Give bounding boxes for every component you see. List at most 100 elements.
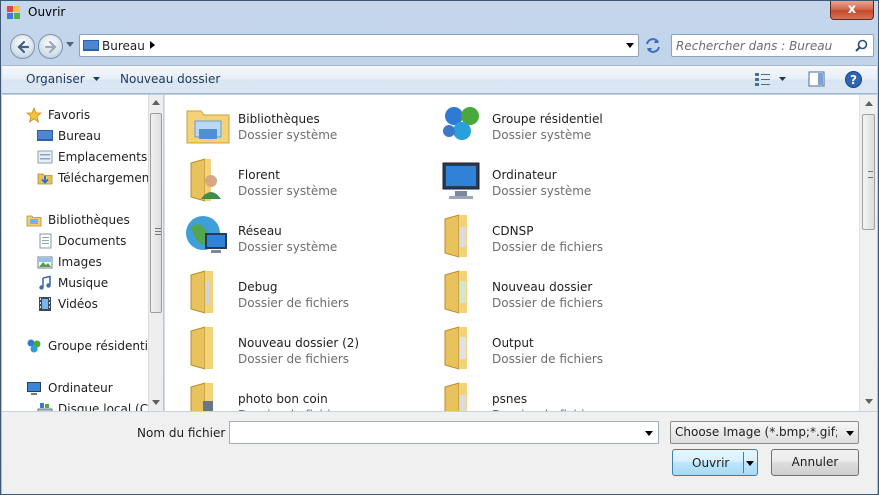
svg-text:?: ? [850, 73, 857, 87]
chevron-down-icon[interactable] [779, 77, 786, 81]
folder-icon [190, 270, 213, 314]
nav-item-favoris[interactable]: Favoris [2, 105, 148, 125]
nav-item-music[interactable]: Musique [2, 273, 148, 293]
nav-item-label: Documents [58, 234, 127, 248]
file-item[interactable]: photo bon coin Dossier de fichiers [165, 375, 415, 411]
new-folder-button[interactable]: Nouveau dossier [120, 72, 220, 86]
folder-icon [444, 382, 467, 411]
file-item[interactable]: Réseau Dossier système [165, 207, 415, 257]
address-bar[interactable]: Bureau [79, 34, 639, 57]
file-item[interactable]: Florent Dossier système [165, 151, 415, 202]
scrollbar-thumb[interactable] [862, 114, 875, 230]
nav-item-homegroup[interactable]: Groupe résidentiel [2, 336, 148, 356]
scroll-down-icon[interactable] [152, 400, 160, 405]
scroll-up-icon[interactable] [152, 100, 160, 105]
file-item[interactable]: Debug Dossier de fichiers [165, 263, 415, 314]
file-type-filter-select[interactable]: Choose Image (*.bmp;*.gif;*.jpg [670, 421, 859, 444]
nav-item-computer[interactable]: Ordinateur [2, 378, 148, 398]
file-item[interactable]: Output Dossier de fichiers [419, 319, 669, 370]
nav-item-videos[interactable]: Vidéos [2, 294, 148, 314]
file-type: Dossier de fichiers [492, 240, 604, 254]
file-item[interactable]: psnes Dossier de fichiers [419, 375, 669, 411]
file-type: Dossier système [492, 128, 592, 142]
nav-item-bureau[interactable]: Bureau [2, 126, 148, 146]
user-folder-icon [190, 158, 221, 202]
organise-menu-button[interactable]: Organiser [26, 72, 101, 86]
view-options-icon[interactable] [754, 71, 772, 87]
folder-icon [190, 326, 213, 370]
nav-item-label: Groupe résidentiel [48, 339, 148, 353]
nav-item-downloads[interactable]: Téléchargements [2, 168, 148, 188]
file-item[interactable]: Nouveau dossier Dossier de fichiers [419, 263, 669, 314]
desktop-icon [83, 40, 99, 51]
nav-item-label: Musique [58, 276, 109, 290]
homegroup-icon [443, 107, 479, 140]
recent-pages-chevron-icon[interactable] [66, 42, 74, 47]
nav-item-recent-places[interactable]: Emplacements ré [2, 147, 148, 167]
title-bar[interactable]: Ouvrir x [1, 1, 878, 25]
forward-button[interactable] [38, 34, 63, 59]
libraries-icon [26, 215, 42, 227]
refresh-icon[interactable] [642, 35, 664, 56]
file-name: Réseau [238, 224, 282, 238]
search-box[interactable] [671, 34, 874, 57]
help-icon[interactable]: ? [845, 71, 862, 88]
file-name: Groupe résidentiel [492, 112, 603, 126]
chevron-down-icon[interactable] [626, 43, 634, 48]
file-item[interactable]: Nouveau dossier (2) Dossier de fichiers [165, 319, 415, 370]
back-button[interactable] [10, 34, 35, 59]
nav-item-images[interactable]: Images [2, 252, 148, 272]
drive-icon [37, 403, 53, 411]
breadcrumb-chevron-icon[interactable] [150, 41, 155, 49]
file-item[interactable]: CDNSP Dossier de fichiers [419, 207, 669, 258]
videos-icon [39, 297, 51, 311]
back-arrow-icon [17, 40, 30, 54]
app-icon [7, 6, 20, 19]
file-name: psnes [492, 392, 528, 406]
nav-item-libraries[interactable]: Bibliothèques [2, 210, 148, 230]
open-button[interactable]: Ouvrir [672, 449, 758, 476]
cancel-button[interactable]: Annuler [771, 449, 859, 476]
chevron-down-icon[interactable] [645, 431, 653, 436]
search-icon[interactable] [855, 39, 868, 52]
organise-label: Organiser [26, 72, 85, 86]
scrollbar-thumb[interactable] [150, 113, 162, 313]
file-type: Dossier système [238, 128, 338, 142]
folder-icon [444, 270, 467, 314]
window-title: Ouvrir [28, 5, 66, 19]
file-item[interactable]: Bibliothèques Dossier système [165, 95, 415, 145]
nav-item-local-disk[interactable]: Disque local (C:) [2, 399, 148, 411]
file-list-scrollbar[interactable] [859, 95, 877, 411]
file-name: Nouveau dossier [492, 280, 593, 294]
file-name: CDNSP [492, 224, 534, 238]
chevron-down-icon [93, 77, 101, 81]
navigation-pane[interactable]: Favoris Bureau Emplacements ré Télécharg… [2, 95, 148, 411]
scroll-down-icon[interactable] [865, 399, 873, 404]
desktop-icon [37, 130, 53, 141]
file-item[interactable]: Groupe résidentiel Dossier système [419, 95, 669, 145]
file-type-filter-value: Choose Image (*.bmp;*.gif;*.jpg [675, 425, 837, 439]
open-button-label: Ouvrir [692, 456, 730, 470]
nav-item-documents[interactable]: Documents [2, 231, 148, 251]
breadcrumb-bureau[interactable]: Bureau [102, 39, 145, 53]
pictures-icon [37, 256, 53, 269]
file-name: Bibliothèques [238, 112, 320, 126]
computer-icon [27, 382, 41, 395]
chevron-down-icon [846, 431, 854, 436]
search-input[interactable] [676, 37, 850, 54]
close-button[interactable]: x [830, 1, 874, 20]
scroll-up-icon[interactable] [865, 101, 873, 106]
preview-pane-icon[interactable] [808, 71, 825, 87]
filename-combobox[interactable] [229, 421, 659, 444]
forward-arrow-icon [44, 40, 57, 54]
nav-item-label: Vidéos [58, 297, 98, 311]
file-name: Ordinateur [492, 168, 557, 182]
navigation-pane-scrollbar[interactable] [148, 95, 163, 411]
file-item[interactable]: Ordinateur Dossier système [419, 151, 669, 201]
file-list[interactable]: Bibliothèques Dossier système Groupe rés… [164, 95, 859, 411]
scroll-grip-icon [868, 171, 873, 178]
filename-input[interactable] [233, 424, 633, 441]
chevron-down-icon[interactable] [746, 461, 754, 466]
close-icon: x [847, 2, 857, 17]
file-type: Dossier système [238, 184, 338, 198]
